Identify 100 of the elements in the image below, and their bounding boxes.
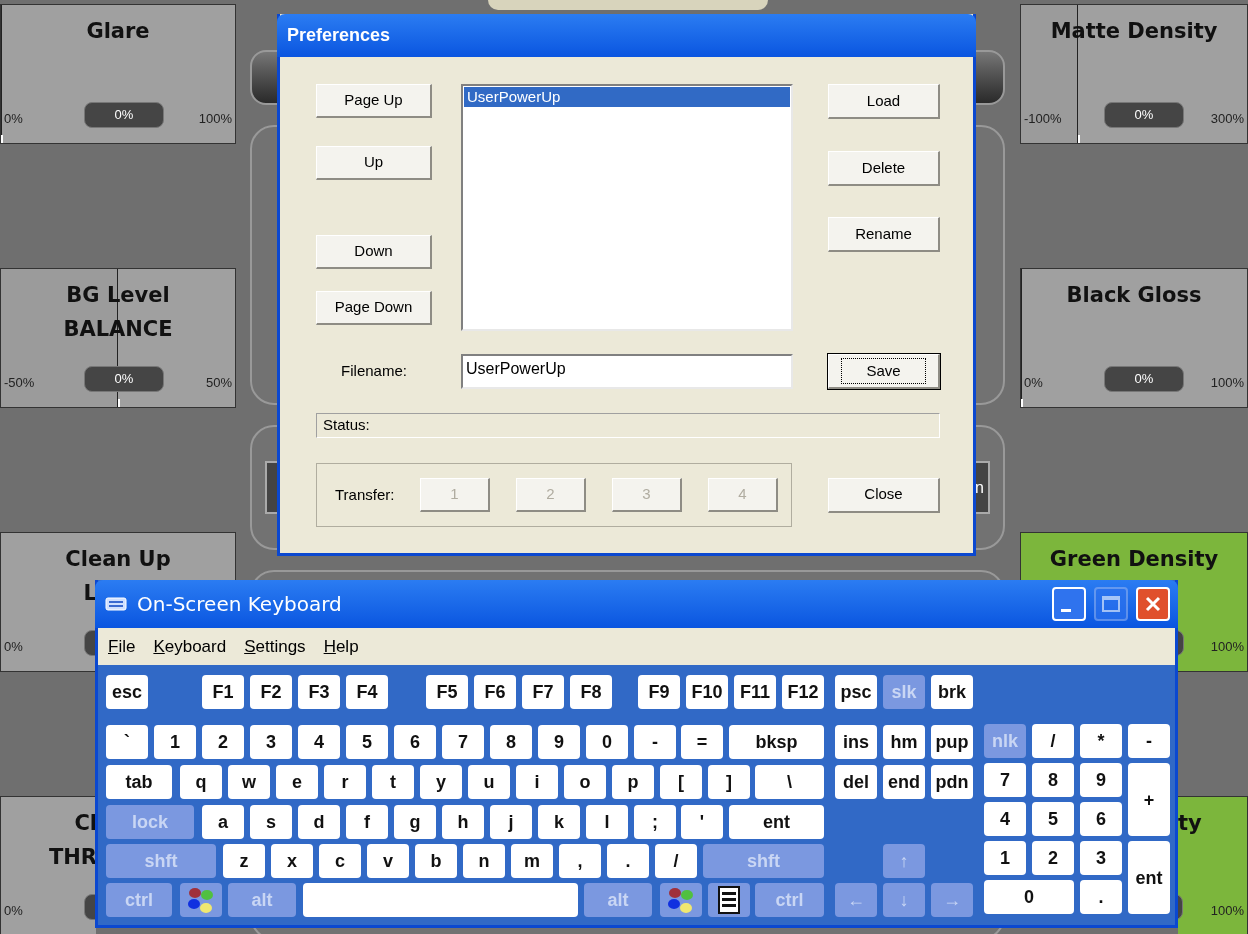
minimize-button[interactable] <box>1052 587 1086 621</box>
key[interactable]: - <box>1128 724 1170 758</box>
key[interactable]: 9 <box>1080 763 1122 797</box>
key[interactable]: b <box>415 844 457 878</box>
filename-field[interactable]: UserPowerUp <box>461 354 793 389</box>
key[interactable]: 0 <box>984 880 1074 914</box>
key[interactable]: ins <box>835 725 877 759</box>
key[interactable]: 7 <box>442 725 484 759</box>
key[interactable]: s <box>250 805 292 839</box>
key[interactable]: d <box>298 805 340 839</box>
key[interactable]: F3 <box>298 675 340 709</box>
menu-item[interactable]: Help <box>323 633 359 660</box>
key[interactable]: 8 <box>490 725 532 759</box>
key[interactable]: F1 <box>202 675 244 709</box>
nav-button[interactable]: Page Up <box>316 84 432 118</box>
key[interactable]: F8 <box>570 675 612 709</box>
logo-key[interactable] <box>660 883 702 917</box>
key[interactable]: 0 <box>586 725 628 759</box>
key[interactable]: psc <box>835 675 877 709</box>
key[interactable]: F6 <box>474 675 516 709</box>
key[interactable]: a <box>202 805 244 839</box>
key[interactable]: * <box>1080 724 1122 758</box>
key[interactable]: p <box>612 765 654 799</box>
menu-item[interactable]: Settings <box>244 633 306 660</box>
key[interactable]: 6 <box>394 725 436 759</box>
key[interactable]: x <box>271 844 313 878</box>
key[interactable]: . <box>1080 880 1122 914</box>
key[interactable]: 7 <box>984 763 1026 797</box>
action-button[interactable]: Load <box>828 84 940 119</box>
key[interactable]: bksp <box>729 725 824 759</box>
logo-key[interactable] <box>180 883 222 917</box>
key[interactable]: f <box>346 805 388 839</box>
key[interactable]: j <box>490 805 532 839</box>
key[interactable]: r <box>324 765 366 799</box>
key[interactable]: F11 <box>734 675 776 709</box>
key[interactable]: F12 <box>782 675 824 709</box>
key[interactable]: esc <box>106 675 148 709</box>
key[interactable]: / <box>1032 724 1074 758</box>
key[interactable]: / <box>655 844 697 878</box>
key[interactable]: m <box>511 844 553 878</box>
key[interactable]: c <box>319 844 361 878</box>
key[interactable]: 5 <box>1032 802 1074 836</box>
nav-button[interactable]: Down <box>316 235 432 269</box>
key[interactable]: \ <box>755 765 824 799</box>
key[interactable]: ent <box>729 805 824 839</box>
action-button[interactable]: Delete <box>828 151 940 186</box>
key[interactable]: u <box>468 765 510 799</box>
key[interactable]: 4 <box>298 725 340 759</box>
key[interactable]: q <box>180 765 222 799</box>
key[interactable]: o <box>564 765 606 799</box>
key[interactable]: l <box>586 805 628 839</box>
key[interactable]: 2 <box>202 725 244 759</box>
key[interactable]: del <box>835 765 877 799</box>
key[interactable]: F4 <box>346 675 388 709</box>
key[interactable]: F9 <box>638 675 680 709</box>
key[interactable]: ; <box>634 805 676 839</box>
key[interactable]: , <box>559 844 601 878</box>
close-button[interactable] <box>1136 587 1170 621</box>
key[interactable]: 4 <box>984 802 1026 836</box>
nav-button[interactable]: Page Down <box>316 291 432 325</box>
key[interactable]: 8 <box>1032 763 1074 797</box>
key[interactable]: - <box>634 725 676 759</box>
key[interactable]: + <box>1128 763 1170 836</box>
action-button[interactable]: Rename <box>828 217 940 252</box>
key[interactable]: n <box>463 844 505 878</box>
key[interactable]: F7 <box>522 675 564 709</box>
key[interactable]: ' <box>681 805 723 839</box>
key[interactable]: v <box>367 844 409 878</box>
key[interactable]: z <box>223 844 265 878</box>
menu-key[interactable] <box>708 883 750 917</box>
key[interactable]: e <box>276 765 318 799</box>
key[interactable]: pup <box>931 725 973 759</box>
key[interactable]: brk <box>931 675 973 709</box>
key[interactable]: ent <box>1128 841 1170 914</box>
key[interactable]: 5 <box>346 725 388 759</box>
key[interactable]: F2 <box>250 675 292 709</box>
nav-button[interactable]: Up <box>316 146 432 180</box>
key[interactable]: end <box>883 765 925 799</box>
key[interactable]: k <box>538 805 580 839</box>
save-button[interactable]: Save <box>828 354 940 389</box>
key[interactable]: 3 <box>1080 841 1122 875</box>
key[interactable]: = <box>681 725 723 759</box>
key[interactable]: 9 <box>538 725 580 759</box>
key[interactable]: t <box>372 765 414 799</box>
key[interactable]: F10 <box>686 675 728 709</box>
key[interactable]: 6 <box>1080 802 1122 836</box>
key[interactable]: pdn <box>931 765 973 799</box>
key[interactable]: g <box>394 805 436 839</box>
key[interactable]: hm <box>883 725 925 759</box>
key[interactable]: h <box>442 805 484 839</box>
menu-item[interactable]: Keyboard <box>153 633 227 660</box>
key[interactable]: . <box>607 844 649 878</box>
close-button[interactable]: Close <box>828 477 940 513</box>
key[interactable]: F5 <box>426 675 468 709</box>
key[interactable]: 2 <box>1032 841 1074 875</box>
key[interactable]: [ <box>660 765 702 799</box>
key[interactable]: ` <box>106 725 148 759</box>
menu-item[interactable]: File <box>108 633 136 660</box>
key[interactable]: ] <box>708 765 750 799</box>
list-item[interactable]: UserPowerUp <box>464 87 790 107</box>
